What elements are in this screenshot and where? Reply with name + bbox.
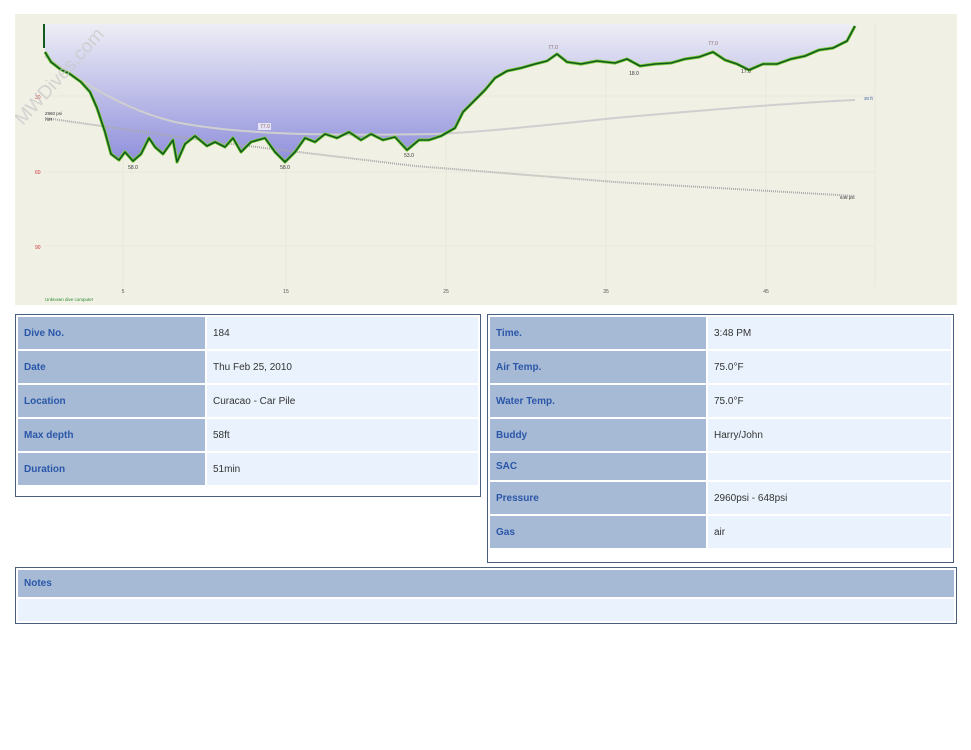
sac-label: SAC: [490, 453, 706, 480]
temperature-label: 77.0: [260, 124, 270, 130]
x-tick-label: 45: [763, 289, 769, 295]
start-pressure-label: 2960 psi: [45, 111, 62, 116]
air-temp-label: Air Temp.: [490, 351, 706, 383]
gas-label: Gas: [490, 516, 706, 548]
depth-label: 58.0: [128, 165, 138, 171]
table-row: Buddy Harry/John: [490, 419, 951, 451]
x-tick-label: 15: [283, 289, 289, 295]
location-label: Location: [18, 385, 205, 417]
location-value: Curacao - Car Pile: [207, 385, 478, 417]
depth-label: 17.0: [741, 69, 751, 75]
gas-label: AIR: [45, 117, 53, 122]
x-tick-label: 25: [443, 289, 449, 295]
y-tick-label: 60: [35, 170, 41, 176]
water-temp-label: Water Temp.: [490, 385, 706, 417]
time-label: Time.: [490, 317, 706, 349]
sac-value: [708, 453, 951, 480]
table-row: Gas air: [490, 516, 951, 548]
pressure-value: 2960psi - 648psi: [708, 482, 951, 514]
table-row: Time. 3:48 PM: [490, 317, 951, 349]
table-row: SAC: [490, 453, 951, 480]
x-tick-label: 5: [122, 289, 125, 295]
pressure-label: Pressure: [490, 482, 706, 514]
dive-profile-chart: 5 15 25 35 45 30 60 90 58.0 58.0 53.0 18…: [15, 14, 957, 305]
depth-label: 53.0: [404, 153, 414, 159]
conditions-table: Time. 3:48 PM Air Temp. 75.0°F Water Tem…: [487, 314, 954, 563]
y-tick-label: 90: [35, 245, 41, 251]
table-row: Max depth 58ft: [18, 419, 478, 451]
date-value: Thu Feb 25, 2010: [207, 351, 478, 383]
temperature-label: 77.0: [708, 41, 718, 47]
table-row: Water Temp. 75.0°F: [490, 385, 951, 417]
water-temp-value: 75.0°F: [708, 385, 951, 417]
end-rate-label: 30 ft: [864, 96, 874, 101]
table-row: Air Temp. 75.0°F: [490, 351, 951, 383]
table-row: Duration 51min: [18, 453, 478, 485]
end-pressure-label: 648 psi: [840, 195, 855, 200]
air-temp-value: 75.0°F: [708, 351, 951, 383]
dive-number-value: 184: [207, 317, 478, 349]
x-tick-label: 35: [603, 289, 609, 295]
notes-body: [18, 599, 954, 621]
dive-number-label: Dive No.: [18, 317, 205, 349]
depth-label: 58.0: [280, 165, 290, 171]
table-row: Location Curacao - Car Pile: [18, 385, 478, 417]
buddy-label: Buddy: [490, 419, 706, 451]
table-row: Pressure 2960psi - 648psi: [490, 482, 951, 514]
table-row: Dive No. 184: [18, 317, 478, 349]
gas-value: air: [708, 516, 951, 548]
max-depth-label: Max depth: [18, 419, 205, 451]
dive-info-table: Dive No. 184 Date Thu Feb 25, 2010 Locat…: [15, 314, 481, 497]
notes-header: Notes: [18, 570, 954, 597]
duration-label: Duration: [18, 453, 205, 485]
depth-label: 18.0: [629, 71, 639, 77]
buddy-value: Harry/John: [708, 419, 951, 451]
temperature-label: 77.0: [548, 45, 558, 51]
duration-value: 51min: [207, 453, 478, 485]
notes-section: Notes: [15, 567, 957, 624]
date-label: Date: [18, 351, 205, 383]
table-row: Date Thu Feb 25, 2010: [18, 351, 478, 383]
dive-computer-label: Unknown dive computer: [45, 297, 94, 302]
time-value: 3:48 PM: [708, 317, 951, 349]
max-depth-value: 58ft: [207, 419, 478, 451]
